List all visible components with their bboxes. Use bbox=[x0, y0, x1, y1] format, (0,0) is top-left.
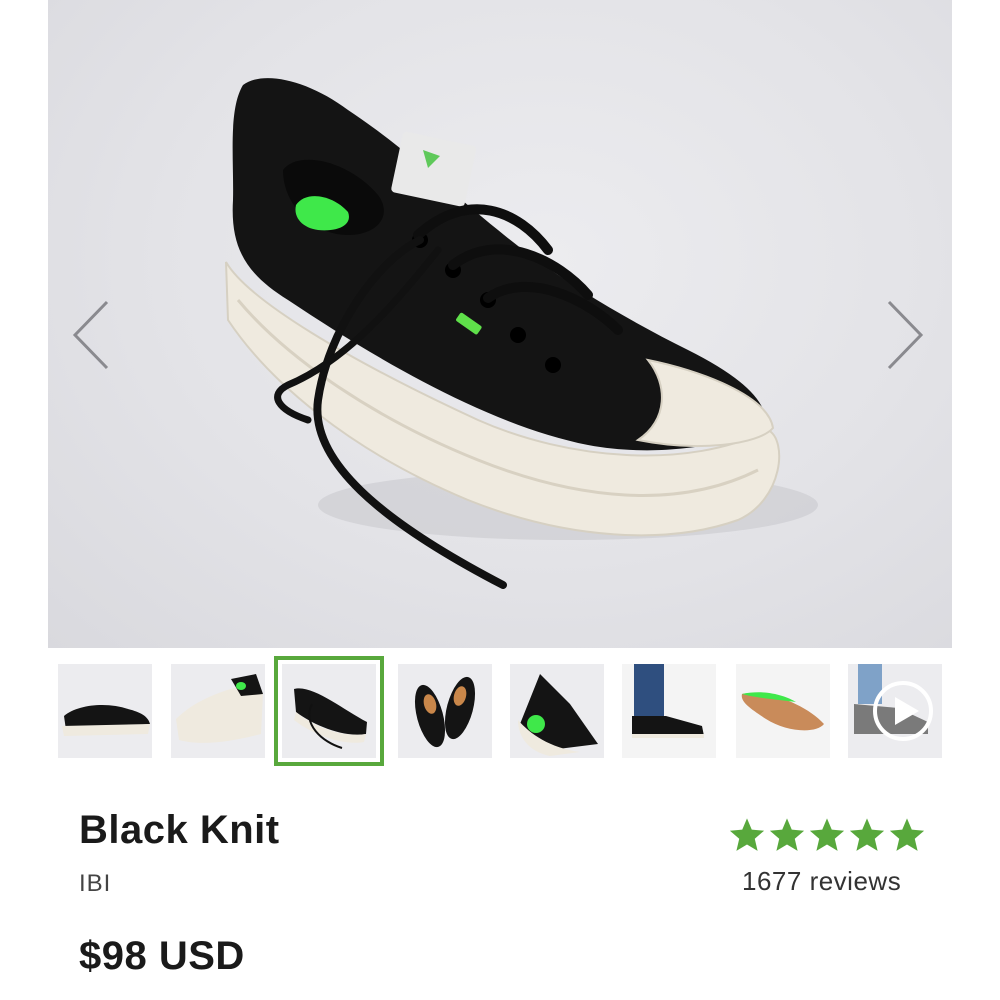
product-main-image bbox=[48, 0, 952, 648]
thumbnail-side-view[interactable] bbox=[58, 664, 152, 758]
star-icon bbox=[729, 818, 765, 851]
thumbnail-insole-view[interactable] bbox=[736, 664, 830, 758]
sneaker-image bbox=[225, 78, 818, 589]
next-image-button[interactable] bbox=[880, 300, 930, 370]
thumbnail-heel-view[interactable] bbox=[171, 664, 265, 758]
chevron-right-icon bbox=[887, 300, 924, 370]
product-price: $98 USD bbox=[79, 934, 245, 978]
thumbnail-strip bbox=[56, 656, 946, 766]
product-title: Black Knit bbox=[79, 808, 280, 852]
thumbnail-video-view[interactable] bbox=[848, 664, 942, 758]
star-icon bbox=[889, 818, 925, 851]
reviews-link[interactable]: 1677 reviews bbox=[742, 866, 901, 897]
thumbnail-back-sole-view[interactable] bbox=[510, 664, 604, 758]
thumbnail-on-foot-view[interactable] bbox=[622, 664, 716, 758]
thumbnail-angled-view[interactable] bbox=[274, 656, 384, 766]
chevron-left-icon bbox=[72, 300, 109, 370]
star-icon bbox=[849, 818, 885, 851]
star-icon bbox=[769, 818, 805, 851]
product-model: IBI bbox=[79, 870, 112, 897]
thumbnail-top-pair-view[interactable] bbox=[398, 664, 492, 758]
previous-image-button[interactable] bbox=[66, 300, 116, 370]
rating-stars[interactable] bbox=[728, 816, 926, 854]
star-icon bbox=[809, 818, 845, 851]
